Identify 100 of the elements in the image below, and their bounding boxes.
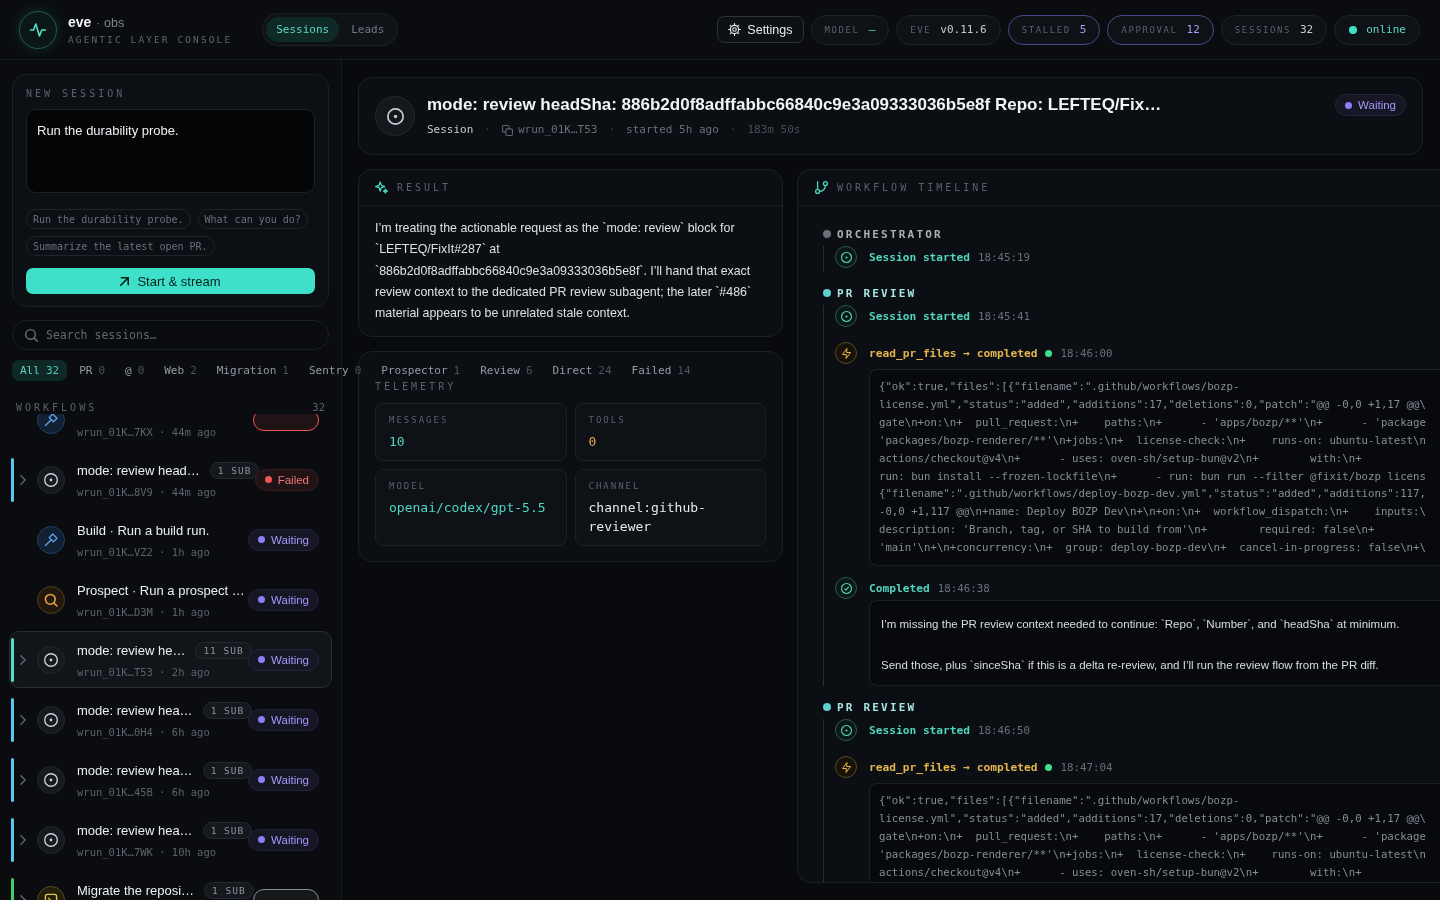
event-time: 18:45:41	[978, 309, 1031, 323]
arrow-up-right-icon	[120, 276, 130, 286]
workflow-title: Build · Run a build run.	[77, 522, 210, 538]
event-time: 18:46:00	[1060, 346, 1113, 360]
sub-count-badge: 1 SUB	[202, 821, 253, 839]
settings-icon	[728, 23, 742, 36]
filter-tab[interactable]: PR 0	[71, 360, 113, 381]
filter-tab[interactable]: Migration 1	[208, 360, 297, 381]
chevron-right-icon[interactable]	[20, 714, 26, 725]
search-icon	[25, 328, 38, 342]
stat-value: 32	[1300, 23, 1314, 36]
workflow-row[interactable]: mode: review head… 1 SUB wrun_01K…8V9 · 44m ago Failed	[9, 451, 332, 508]
workflow-title: mode: review hea…	[77, 822, 193, 838]
metric-label: TOOLS	[588, 415, 627, 426]
session-title: mode: review headSha: 886b2d0f8adffabbc66840c9e3a09333036b5e8f Repo: LEFTEQ/Fix…	[427, 94, 1163, 116]
metric-value: channel:github-reviewer	[588, 499, 707, 537]
filter-tab[interactable]: Web 2	[156, 360, 205, 381]
sub-count-badge: 1 SUB	[202, 761, 253, 779]
settings-button[interactable]: Settings	[717, 16, 804, 43]
target-icon	[37, 645, 65, 674]
filter-tab[interactable]: @ 0	[117, 360, 153, 381]
filter-tab[interactable]: Sentry 0	[301, 360, 370, 381]
status-label: Waiting	[1358, 99, 1396, 111]
git-branch-icon	[815, 181, 828, 194]
workflow-row[interactable]: mode: review hea… 1 SUB wrun_01K…45B · 6h ago Waiting	[9, 751, 332, 808]
chevron-right-icon[interactable]	[20, 654, 26, 665]
card-title: RESULT	[397, 182, 452, 193]
status-label: Waiting	[271, 593, 309, 606]
hammer-icon	[37, 525, 65, 554]
workflow-title: Prospect · Run a prospect …	[77, 582, 245, 598]
magnifier-icon	[37, 585, 65, 614]
message-text: Send those, plus `sinceSha` if this is a delta re-review, and I’ll run the review flow from the PR diff.	[881, 658, 1380, 674]
lightning-icon	[835, 342, 857, 364]
chevron-right-icon[interactable]	[20, 474, 26, 485]
meta-separator: ·	[484, 122, 491, 138]
metric-label: MODEL	[389, 481, 428, 492]
filter-tab[interactable]: Failed 14	[623, 360, 699, 381]
event-label: Completed	[869, 581, 930, 595]
event-label: read_pr_files → completed	[869, 346, 1038, 360]
filter-tab[interactable]: Direct 24	[544, 360, 620, 381]
workflow-meta: wrun_01K…8V9 · 44m ago	[77, 486, 217, 498]
chevron-right-icon[interactable]	[20, 774, 26, 785]
workflow-meta: wrun_01K…7KX · 44m ago	[77, 426, 217, 438]
status-label: Waiting	[271, 713, 309, 726]
workflow-title: mode: review hea…	[77, 762, 193, 778]
metric-label: CHANNEL	[588, 481, 642, 492]
workflow-row[interactable]: Prospect · Run a prospect … wrun_01K…D3M · 1h ago Waiting	[9, 571, 332, 628]
sparkle-icon	[375, 181, 388, 194]
workflow-title: mode: review he…	[77, 642, 186, 658]
start-stream-button[interactable]: Start & stream	[26, 268, 315, 294]
sub-count-badge: 1 SUB	[204, 881, 254, 899]
filter-tab[interactable]: Prospector 1	[373, 360, 469, 381]
nav-tab[interactable]: Leads	[341, 17, 395, 42]
workflow-meta: wrun_01K…7WK · 10h ago	[77, 846, 217, 858]
check-circle-icon	[835, 577, 857, 600]
status-label: Waiting	[271, 833, 309, 846]
chevron-right-icon[interactable]	[20, 834, 26, 845]
metric-label: MESSAGES	[389, 415, 450, 426]
workflow-row[interactable]: mode: review he… 11 SUB wrun_01K…T53 · 2h ago Waiting	[9, 631, 332, 688]
copy-icon[interactable]	[502, 124, 513, 136]
sub-count-badge: 1 SUB	[209, 461, 260, 479]
status-label: Waiting	[271, 533, 309, 546]
stat-label: SESSIONS	[1234, 24, 1291, 35]
section-title: NEW SESSION	[26, 87, 127, 101]
workflow-row[interactable]: mode: review hea… 1 SUB wrun_01K…0H4 · 6h ago Waiting	[9, 691, 332, 748]
status-label: Failed	[277, 473, 309, 486]
target-icon	[37, 705, 65, 734]
result-text: I’m treating the actionable request as the `mode: review` block for `LEFTEQ/FixIt#287` at `886b2d0f8adffabbc66840c9e3a09333036b5e8f`. I’ll hand that exact review context to the dedicated PR review subagent; the later `#486` material appears to be unrelated stale context.	[374, 220, 753, 323]
session-meta: Session	[427, 122, 474, 138]
workflow-row[interactable]: Build · Run a build run. wrun_01K…VZ2 · 1h ago Waiting	[9, 511, 332, 568]
workflow-row[interactable]: mode: review hea… 1 SUB wrun_01K…7WK · 10h ago Waiting	[9, 811, 332, 868]
session-meta: started 5h ago	[626, 122, 719, 138]
workflow-meta: wrun_01K…T53 · 2h ago	[77, 666, 210, 678]
tagline: AGENTIC LAYER CONSOLE	[68, 34, 233, 45]
pulse-icon	[19, 10, 57, 49]
workflow-meta: wrun_01K…D3M · 1h ago	[77, 606, 210, 618]
prompt-field[interactable]: Run the durability probe.	[26, 109, 315, 193]
status-label: Waiting	[271, 773, 309, 786]
workflow-title: Migrate the reposi…	[77, 882, 195, 898]
search-field[interactable]: Search sessions…	[12, 320, 329, 350]
target-icon	[835, 719, 857, 742]
event-label: Session started	[869, 250, 971, 264]
hammer-icon	[37, 414, 65, 434]
stat-label: EVE	[910, 24, 932, 35]
target-icon	[37, 765, 65, 794]
nav-tab[interactable]: Sessions	[266, 17, 340, 42]
group-label: PR REVIEW	[837, 286, 917, 300]
filter-tab[interactable]: All 32	[12, 360, 68, 381]
card-title: TELEMETRY	[375, 381, 457, 393]
workflow-row[interactable]: Migrate the reposi… 1 SUB	[9, 871, 332, 900]
meta-separator: ·	[729, 122, 737, 138]
metric-value: 0	[588, 433, 598, 452]
stat-label: STALLED	[1021, 24, 1071, 35]
event-label: read_pr_files → completed	[869, 760, 1038, 774]
filter-tab[interactable]: Review 6	[472, 360, 541, 381]
event-label: Session started	[869, 723, 971, 737]
stat-label: APPROVAL	[1121, 24, 1178, 35]
message-text: I’m missing the PR review context needed to continue: `Repo`, `Number`, and `headSha` at minimum.	[881, 617, 1401, 633]
meta-separator: ·	[608, 122, 616, 138]
status-label: Waiting	[271, 653, 309, 666]
